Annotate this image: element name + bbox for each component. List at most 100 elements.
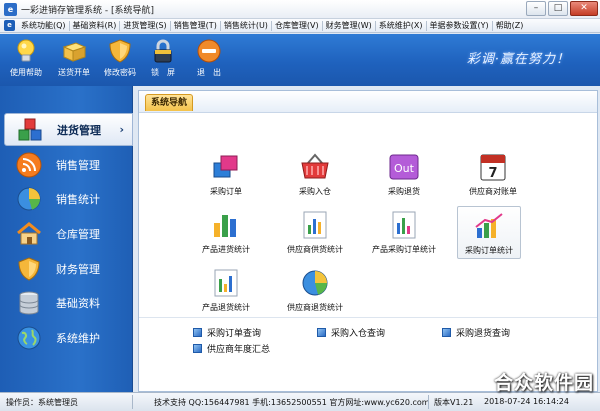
exit-icon [197,39,221,63]
password-tool-button[interactable]: 修改密码 [100,37,140,78]
query-icon [193,344,202,353]
delivery-icon [62,42,87,62]
function-label: 供应商退货统计 [287,303,343,312]
sidebar-item-purchase[interactable]: 进货管理 › [4,113,133,146]
query-label: 采购入仓查询 [331,329,386,339]
version-status: 版本V1.21 [434,398,474,407]
close-button[interactable]: ✕ [570,1,598,16]
title-bar: e 一彩进销存管理系统 - [系统导航] – □ ✕ [0,0,600,19]
database-icon [19,291,39,314]
supplier-return-stats-button[interactable]: 供应商退货统计 [275,267,355,313]
purchase-inbound-query-link[interactable]: 采购入仓查询 [317,326,385,339]
globe-icon [17,326,41,349]
function-label: 供应商供货统计 [287,245,343,254]
sidebar-item-sales[interactable]: 销售管理 [0,148,133,181]
function-label: 采购退货 [388,187,420,196]
function-label: 产品退货统计 [202,303,250,312]
sidebar-item-maintenance[interactable]: 系统维护 [0,321,133,354]
window-controls: – □ ✕ [526,1,598,16]
function-label: 产品进货统计 [202,245,250,254]
basket-icon [301,153,329,179]
purchase-inbound-button[interactable]: 采购入仓 [275,151,355,197]
sidebar-item-basic-data[interactable]: 基础资料 [0,286,133,319]
maximize-button[interactable]: □ [548,1,568,16]
sidebar-item-finance[interactable]: 财务管理 [0,252,133,285]
purchase-order-query-link[interactable]: 采购订单查询 [193,326,261,339]
minimize-button[interactable]: – [526,1,546,16]
out-icon: Out [389,154,419,180]
purchase-return-button[interactable]: Out 采购退货 [364,151,444,197]
menu-sales[interactable]: 销售管理(T) [174,20,217,31]
supplier-annual-summary-link[interactable]: 供应商年度汇总 [193,342,270,355]
sidebar-item-label: 进货管理 [57,123,101,137]
purchase-order-button[interactable]: 采购订单 [186,151,266,197]
report-chart-icon [303,211,327,239]
menu-logo-icon: e [4,20,15,31]
app-logo-icon: e [4,2,17,16]
query-links: 采购订单查询 采购入仓查询 采购退货查询 供应商年度汇总 [139,317,597,357]
shield-icon [18,256,40,281]
rss-icon [16,152,42,177]
supplier-supply-stats-button[interactable]: 供应商供货统计 [275,209,355,255]
watermark: 合众软件园 [493,372,594,394]
sidebar-item-label: 财务管理 [56,262,100,276]
menu-maintenance[interactable]: 系统维护(X) [379,20,423,31]
pie-chart-icon [17,187,41,210]
product-order-stats-button[interactable]: 产品采购订单统计 [364,209,444,255]
menu-basic-data[interactable]: 基础资料(R) [73,20,117,31]
pie-chart-icon [302,270,328,296]
lock-icon [154,39,172,63]
product-purchase-stats-button[interactable]: 产品进货统计 [186,209,266,255]
menu-bar: e 系统功能(Q) 基础资料(R) 进货管理(S) 销售管理(T) 销售统计(U… [0,19,600,33]
password-tool-label: 修改密码 [104,68,136,77]
purchase-order-stats-button[interactable]: 采购订单统计 [457,206,521,259]
menu-sales-stats[interactable]: 销售统计(U) [224,20,268,31]
sidebar: 进货管理 › 销售管理 销售统计 仓库管理 财务管理 基础资料 系统维护 [0,86,133,392]
query-icon [193,328,202,337]
trend-chart-icon [475,213,503,238]
delivery-tool-button[interactable]: 送货开单 [54,37,94,78]
sidebar-item-label: 仓库管理 [56,227,100,241]
exit-tool-label: 退 出 [197,68,221,77]
sidebar-item-label: 销售管理 [56,158,100,172]
menu-help[interactable]: 帮助(Z) [496,20,524,31]
function-label: 供应商对账单 [469,187,517,196]
bar-chart-icon [214,215,236,237]
report-chart-icon [392,211,416,239]
chevron-right-icon: › [119,123,124,136]
support-info: 技术支持 QQ:156447981 手机:13652500551 官方网址:ww… [154,398,430,407]
exit-tool-button[interactable]: 退 出 [189,37,229,78]
lightbulb-icon [17,39,35,62]
purchase-return-query-link[interactable]: 采购退货查询 [442,326,510,339]
product-return-stats-button[interactable]: 产品退货统计 [186,267,266,313]
slogan: 彩调·赢在努力！ [466,52,570,67]
help-tool-button[interactable]: 使用帮助 [6,37,46,78]
menu-finance[interactable]: 财务管理(W) [326,20,372,31]
operator-status: 操作员：系统管理员 [6,398,78,407]
menu-purchase[interactable]: 进货管理(S) [123,20,166,31]
delivery-tool-label: 送货开单 [58,68,90,77]
query-icon [442,328,451,337]
cubes-icon [18,118,42,140]
sidebar-item-warehouse[interactable]: 仓库管理 [0,217,133,250]
function-label: 采购订单 [210,187,242,196]
lock-tool-label: 锁 屏 [151,68,175,77]
lock-tool-button[interactable]: 锁 屏 [143,37,183,78]
window-title: 一彩进销存管理系统 - [系统导航] [21,5,154,16]
shield-icon [109,39,131,63]
report-chart-icon [214,269,238,297]
menu-system-functions[interactable]: 系统功能(Q) [21,20,66,31]
menu-doc-params[interactable]: 单据参数设置(Y) [430,20,489,31]
svg-text:Out: Out [394,162,415,175]
query-label: 采购订单查询 [207,329,262,339]
house-icon [17,221,41,244]
tab-system-navigation[interactable]: 系统导航 [145,94,194,111]
supplier-statement-button[interactable]: 7 供应商对账单 [453,151,533,197]
svg-text:7: 7 [488,166,497,181]
sidebar-item-label: 销售统计 [56,192,100,206]
sidebar-item-label: 系统维护 [56,331,100,345]
menu-warehouse[interactable]: 仓库管理(V) [275,20,319,31]
sidebar-item-sales-stats[interactable]: 销售统计 [0,182,133,215]
datetime-status: 2018-07-24 16:14:24 [484,397,569,406]
function-label: 采购订单统计 [465,246,513,255]
